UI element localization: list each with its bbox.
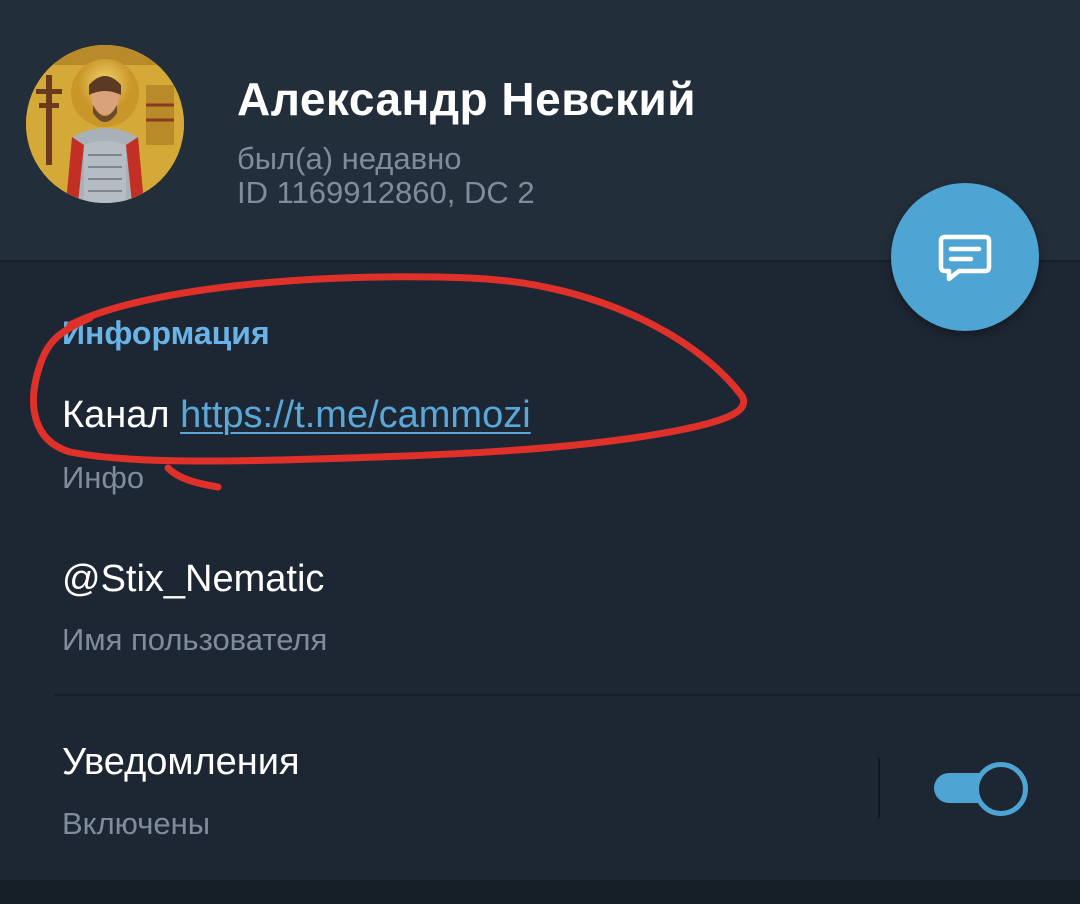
bio-prefix: Канал — [62, 394, 181, 436]
notifications-status: Включены — [62, 806, 211, 841]
toggle-separator — [878, 758, 880, 818]
row-divider — [54, 694, 1080, 696]
info-section-title: Информация — [62, 315, 270, 351]
username-label: Имя пользователя — [62, 622, 328, 657]
username-value[interactable]: @Stix_Nematic — [62, 558, 324, 601]
toggle-thumb — [974, 762, 1028, 816]
profile-avatar[interactable] — [26, 45, 184, 203]
bio-text: Канал https://t.me/cammozi — [62, 394, 531, 437]
profile-screen: Александр Невский был(а) недавно ID 1169… — [0, 0, 1080, 904]
notifications-toggle[interactable] — [932, 760, 1028, 816]
last-seen-status: был(а) недавно — [237, 141, 462, 176]
notifications-title[interactable]: Уведомления — [62, 741, 300, 784]
send-message-button[interactable] — [891, 183, 1039, 331]
bottom-bar — [0, 880, 1080, 904]
saint-icon-avatar — [26, 45, 184, 203]
message-icon — [938, 234, 992, 282]
bio-link[interactable]: https://t.me/cammozi — [180, 394, 531, 436]
profile-name: Александр Невский — [237, 73, 697, 125]
user-id-line: ID 1169912860, DC 2 — [237, 175, 535, 210]
bio-label: Инфо — [62, 460, 145, 495]
